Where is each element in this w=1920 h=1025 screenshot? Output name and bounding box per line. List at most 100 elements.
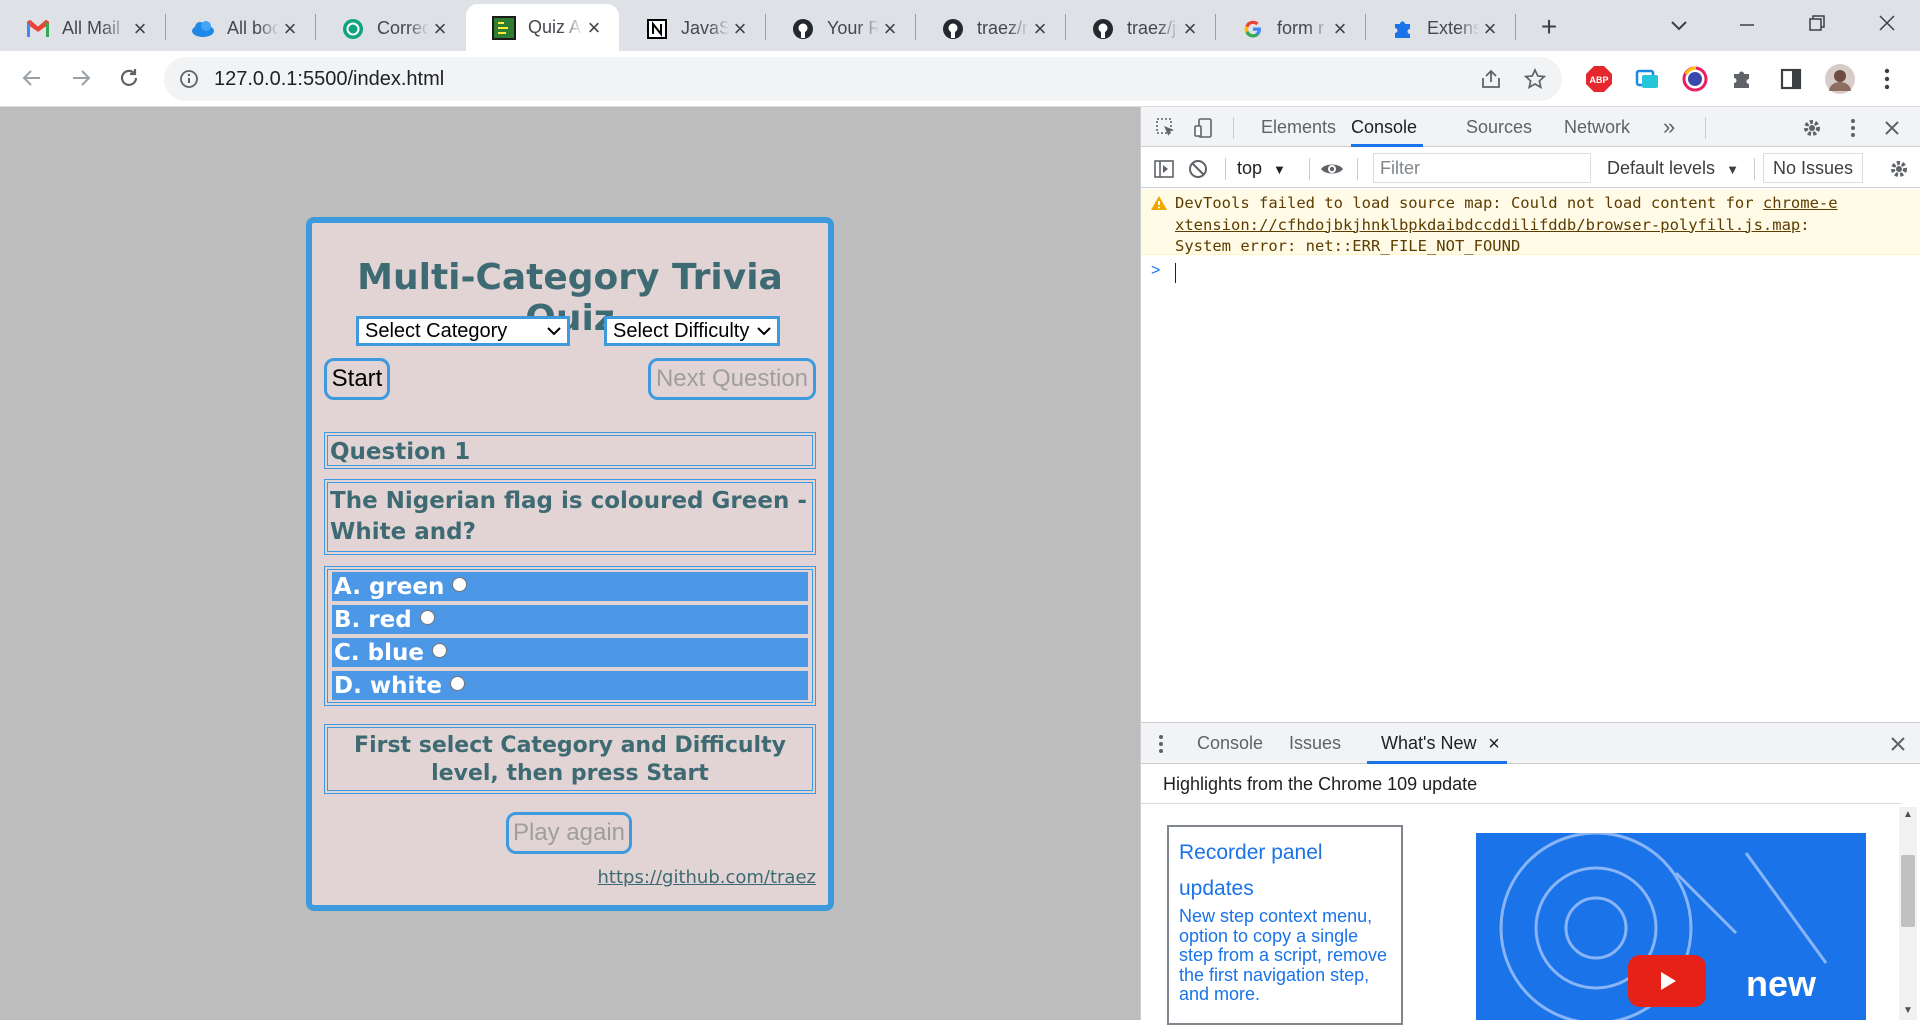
radio-button[interactable] [449, 676, 465, 691]
cast-icon[interactable] [1632, 64, 1662, 94]
close-tab-icon[interactable]: × [1479, 16, 1501, 41]
live-expression-eye-icon[interactable] [1317, 156, 1347, 182]
show-sidebar-icon[interactable] [1151, 156, 1177, 182]
browser-tab[interactable]: Extensions × [1365, 6, 1515, 51]
console-filter-input[interactable]: Filter [1373, 153, 1591, 183]
abp-icon[interactable]: ABP [1584, 64, 1614, 94]
tab-search-chevron-icon[interactable] [1664, 10, 1694, 40]
difficulty-select[interactable]: Select Difficulty [604, 316, 780, 346]
back-icon[interactable] [17, 63, 47, 93]
next-question-button[interactable]: Next Question [648, 358, 816, 400]
source-map-link[interactable]: chrome-e [1763, 194, 1838, 212]
close-tab-icon[interactable]: × [129, 16, 151, 41]
browser-tab[interactable]: traez/r × [915, 6, 1065, 51]
browser-toolbar: 127.0.0.1:5500/index.html ABP [0, 51, 1920, 107]
scroll-up-icon[interactable]: ▲ [1903, 809, 1913, 820]
close-tab-icon[interactable]: × [1179, 16, 1201, 41]
console-input-caret[interactable] [1175, 263, 1176, 283]
context-value: top [1237, 158, 1263, 178]
browser-menu-icon[interactable] [1872, 64, 1902, 94]
sidebar-icon[interactable] [1776, 64, 1806, 94]
video-thumbnail[interactable]: new [1476, 833, 1866, 1020]
tab-elements[interactable]: Elements [1261, 117, 1336, 138]
inspect-element-icon[interactable] [1153, 115, 1179, 141]
close-drawer-icon[interactable] [1886, 732, 1910, 756]
option-label: D. white [334, 672, 442, 699]
close-tab-icon[interactable]: × [1029, 16, 1051, 41]
category-select-value: Select Category [365, 319, 508, 342]
browser-tab[interactable]: form r × [1215, 6, 1365, 51]
source-map-link[interactable]: xtension://cfhdojbkjhnklbpkdaibdccddilif… [1175, 216, 1800, 234]
browser-tab[interactable]: traez/js × [1065, 6, 1215, 51]
divider [1141, 803, 1901, 804]
browser-tab-active[interactable]: Quiz App × [466, 4, 619, 51]
play-again-button[interactable]: Play again [506, 812, 632, 854]
extensions-puzzle-icon[interactable] [1728, 64, 1758, 94]
chevron-down-icon [547, 325, 561, 337]
close-tab-icon[interactable]: × [729, 16, 751, 41]
forward-icon[interactable] [66, 63, 96, 93]
color-picker-icon[interactable] [1680, 64, 1710, 94]
address-bar[interactable]: 127.0.0.1:5500/index.html [164, 57, 1562, 101]
start-button[interactable]: Start [324, 358, 390, 400]
site-info-icon[interactable] [174, 64, 204, 94]
close-tab-icon[interactable]: × [1329, 16, 1351, 41]
drawer-menu-icon[interactable] [1153, 731, 1169, 757]
new-tab-icon[interactable]: + [1534, 11, 1564, 42]
settings-gear-icon[interactable] [1799, 115, 1825, 141]
tab-network[interactable]: Network [1564, 117, 1630, 138]
restore-icon[interactable] [1802, 8, 1832, 38]
close-window-icon[interactable] [1872, 8, 1902, 38]
tab-console[interactable]: Console [1351, 117, 1417, 138]
close-tab-icon[interactable]: × [879, 16, 901, 41]
play-icon[interactable] [1628, 955, 1706, 1007]
whats-new-heading: Highlights from the Chrome 109 update [1163, 774, 1478, 794]
browser-tab[interactable]: All Mail × [0, 6, 165, 51]
github-link[interactable]: https://github.com/traez [598, 867, 817, 888]
drawer-tab-console[interactable]: Console [1197, 733, 1263, 754]
issues-counter[interactable]: No Issues [1763, 153, 1863, 183]
minimize-icon[interactable] [1732, 10, 1762, 40]
log-levels-dropdown[interactable]: Default levels ▼ [1607, 158, 1739, 179]
devtools-menu-icon[interactable] [1843, 115, 1863, 141]
github-icon [1091, 17, 1115, 41]
option-a[interactable]: A. green [332, 572, 808, 601]
browser-tab[interactable]: Correct × [315, 6, 465, 51]
scrollbar-thumb[interactable] [1901, 855, 1915, 927]
recorder-card[interactable]: Recorder panel updates New step context … [1167, 825, 1403, 1025]
console-settings-gear-icon[interactable] [1886, 156, 1912, 182]
option-b[interactable]: B. red [332, 605, 808, 634]
more-tabs-icon[interactable]: » [1663, 114, 1675, 140]
category-select[interactable]: Select Category [356, 316, 570, 346]
radio-button[interactable] [431, 643, 447, 658]
browser-tab[interactable]: JavaScript × [619, 6, 765, 51]
close-tab-icon[interactable]: × [429, 16, 451, 41]
tab-separator [1515, 14, 1516, 40]
clear-console-icon[interactable] [1185, 156, 1211, 182]
option-c[interactable]: C. blue [332, 638, 808, 667]
radio-button[interactable] [419, 610, 435, 625]
warning-icon [1149, 193, 1169, 213]
close-tab-icon[interactable]: × [583, 15, 605, 40]
url-text: 127.0.0.1:5500/index.html [214, 68, 445, 90]
radio-button[interactable] [452, 577, 468, 592]
bookmark-star-icon[interactable] [1520, 64, 1550, 94]
close-tab-icon[interactable]: × [279, 16, 301, 41]
context-selector[interactable]: top ▼ [1237, 158, 1286, 179]
option-d[interactable]: D. white [332, 671, 808, 700]
avatar[interactable] [1824, 63, 1856, 95]
card-title[interactable]: Recorder panel updates [1179, 835, 1391, 907]
video-caption: new [1746, 963, 1817, 1004]
share-icon[interactable] [1476, 64, 1506, 94]
browser-tab[interactable]: Your Repositories × [765, 6, 915, 51]
browser-tab[interactable]: All bookmarks × [165, 6, 315, 51]
device-toolbar-icon[interactable] [1191, 115, 1217, 141]
drawer-tab-whats-new[interactable]: What's New [1381, 733, 1476, 754]
drawer-tab-issues[interactable]: Issues [1289, 733, 1341, 754]
scroll-down-icon[interactable]: ▼ [1903, 1005, 1913, 1016]
close-whats-new-icon[interactable]: × [1485, 733, 1503, 755]
puzzle-icon [1391, 17, 1415, 41]
reload-icon[interactable] [114, 63, 144, 93]
close-devtools-icon[interactable] [1879, 115, 1905, 141]
tab-sources[interactable]: Sources [1466, 117, 1532, 138]
